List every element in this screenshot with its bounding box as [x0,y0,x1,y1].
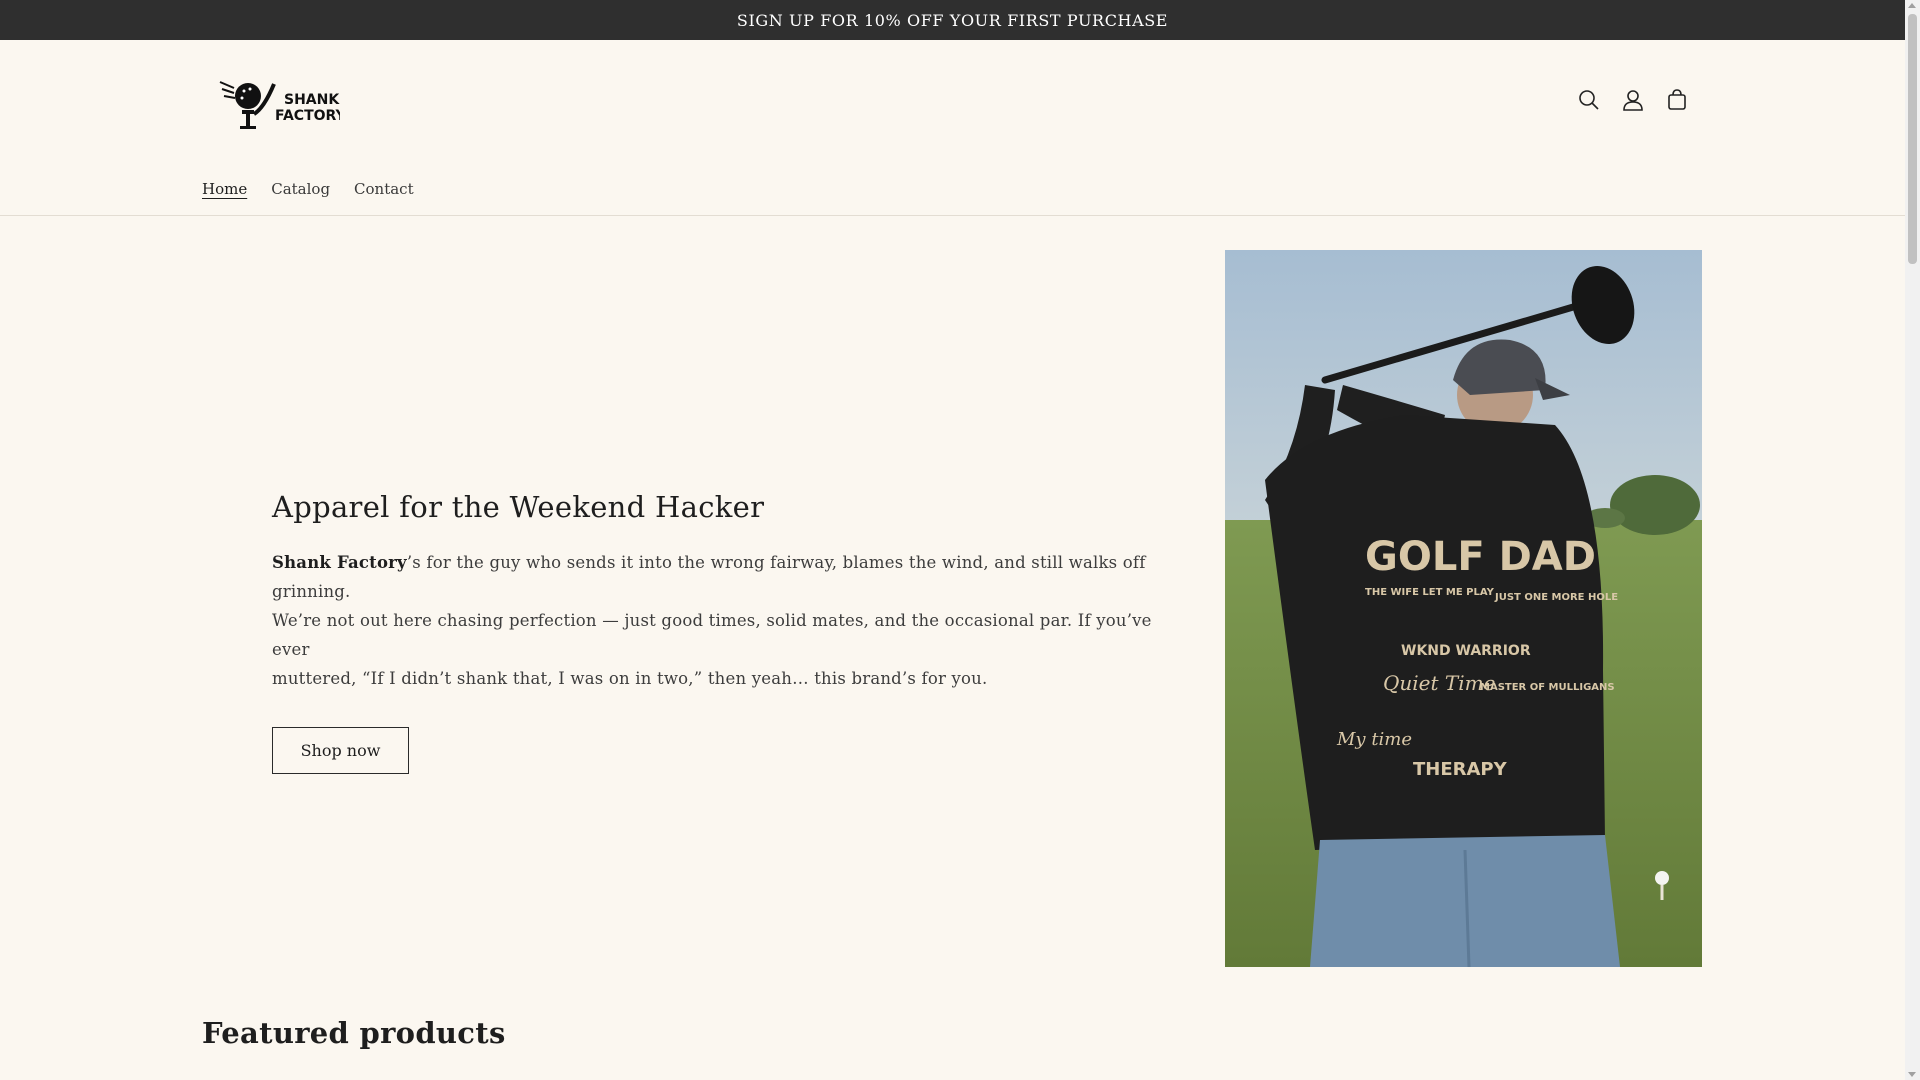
svg-text:THE WIFE LET ME PLAY: THE WIFE LET ME PLAY [1365,587,1495,598]
scroll-up-arrow-icon[interactable] [1908,3,1916,8]
page-scrollbar[interactable] [1905,0,1920,1080]
hero-text: Apparel for the Weekend Hacker Shank Fac… [272,490,1152,774]
site-header: SHANK FACTORY Home Catalog Contact [0,40,1905,216]
scroll-down-arrow-icon[interactable] [1908,1072,1916,1077]
hero-body-line-3: muttered, “If I didn’t shank that, I was… [272,669,988,688]
main-nav: Home Catalog Contact [202,180,414,198]
search-icon[interactable] [1574,80,1604,120]
announcement-bar: SIGN UP FOR 10% OFF YOUR FIRST PURCHASE [0,0,1905,40]
announcement-text: SIGN UP FOR 10% OFF YOUR FIRST PURCHASE [736,10,1169,30]
svg-text:JUST ONE MORE HOLE: JUST ONE MORE HOLE [1494,592,1618,603]
hero-body: Shank Factory’s for the guy who sends it… [272,548,1152,693]
svg-text:THERAPY: THERAPY [1413,759,1508,780]
svg-text:GOLF DAD: GOLF DAD [1365,534,1596,580]
shop-now-button[interactable]: Shop now [272,727,409,774]
svg-text:SHANK: SHANK [284,92,340,108]
header-icons [1574,80,1692,120]
scroll-thumb[interactable] [1908,14,1917,264]
svg-text:FACTORY: FACTORY [275,108,340,124]
hero-body-line-2: We’re not out here chasing perfection — … [272,611,1152,659]
nav-contact[interactable]: Contact [354,180,414,198]
svg-text:MASTER OF MULLIGANS: MASTER OF MULLIGANS [1480,682,1615,693]
hero-heading: Apparel for the Weekend Hacker [272,490,765,524]
svg-text:Quiet Time: Quiet Time [1383,671,1495,695]
cart-icon[interactable] [1662,80,1692,120]
brand-name: Shank Factory [272,553,407,572]
svg-text:WKND WARRIOR: WKND WARRIOR [1401,643,1531,659]
account-icon[interactable] [1618,80,1648,120]
nav-catalog[interactable]: Catalog [271,180,330,198]
shank-factory-logo[interactable]: SHANK FACTORY [218,74,347,132]
nav-home[interactable]: Home [202,180,247,198]
hero-image: GOLF DAD THE WIFE LET ME PLAY JUST ONE M… [1225,250,1702,967]
featured-products-heading: Featured products [202,1016,506,1050]
svg-text:My time: My time [1336,729,1412,750]
